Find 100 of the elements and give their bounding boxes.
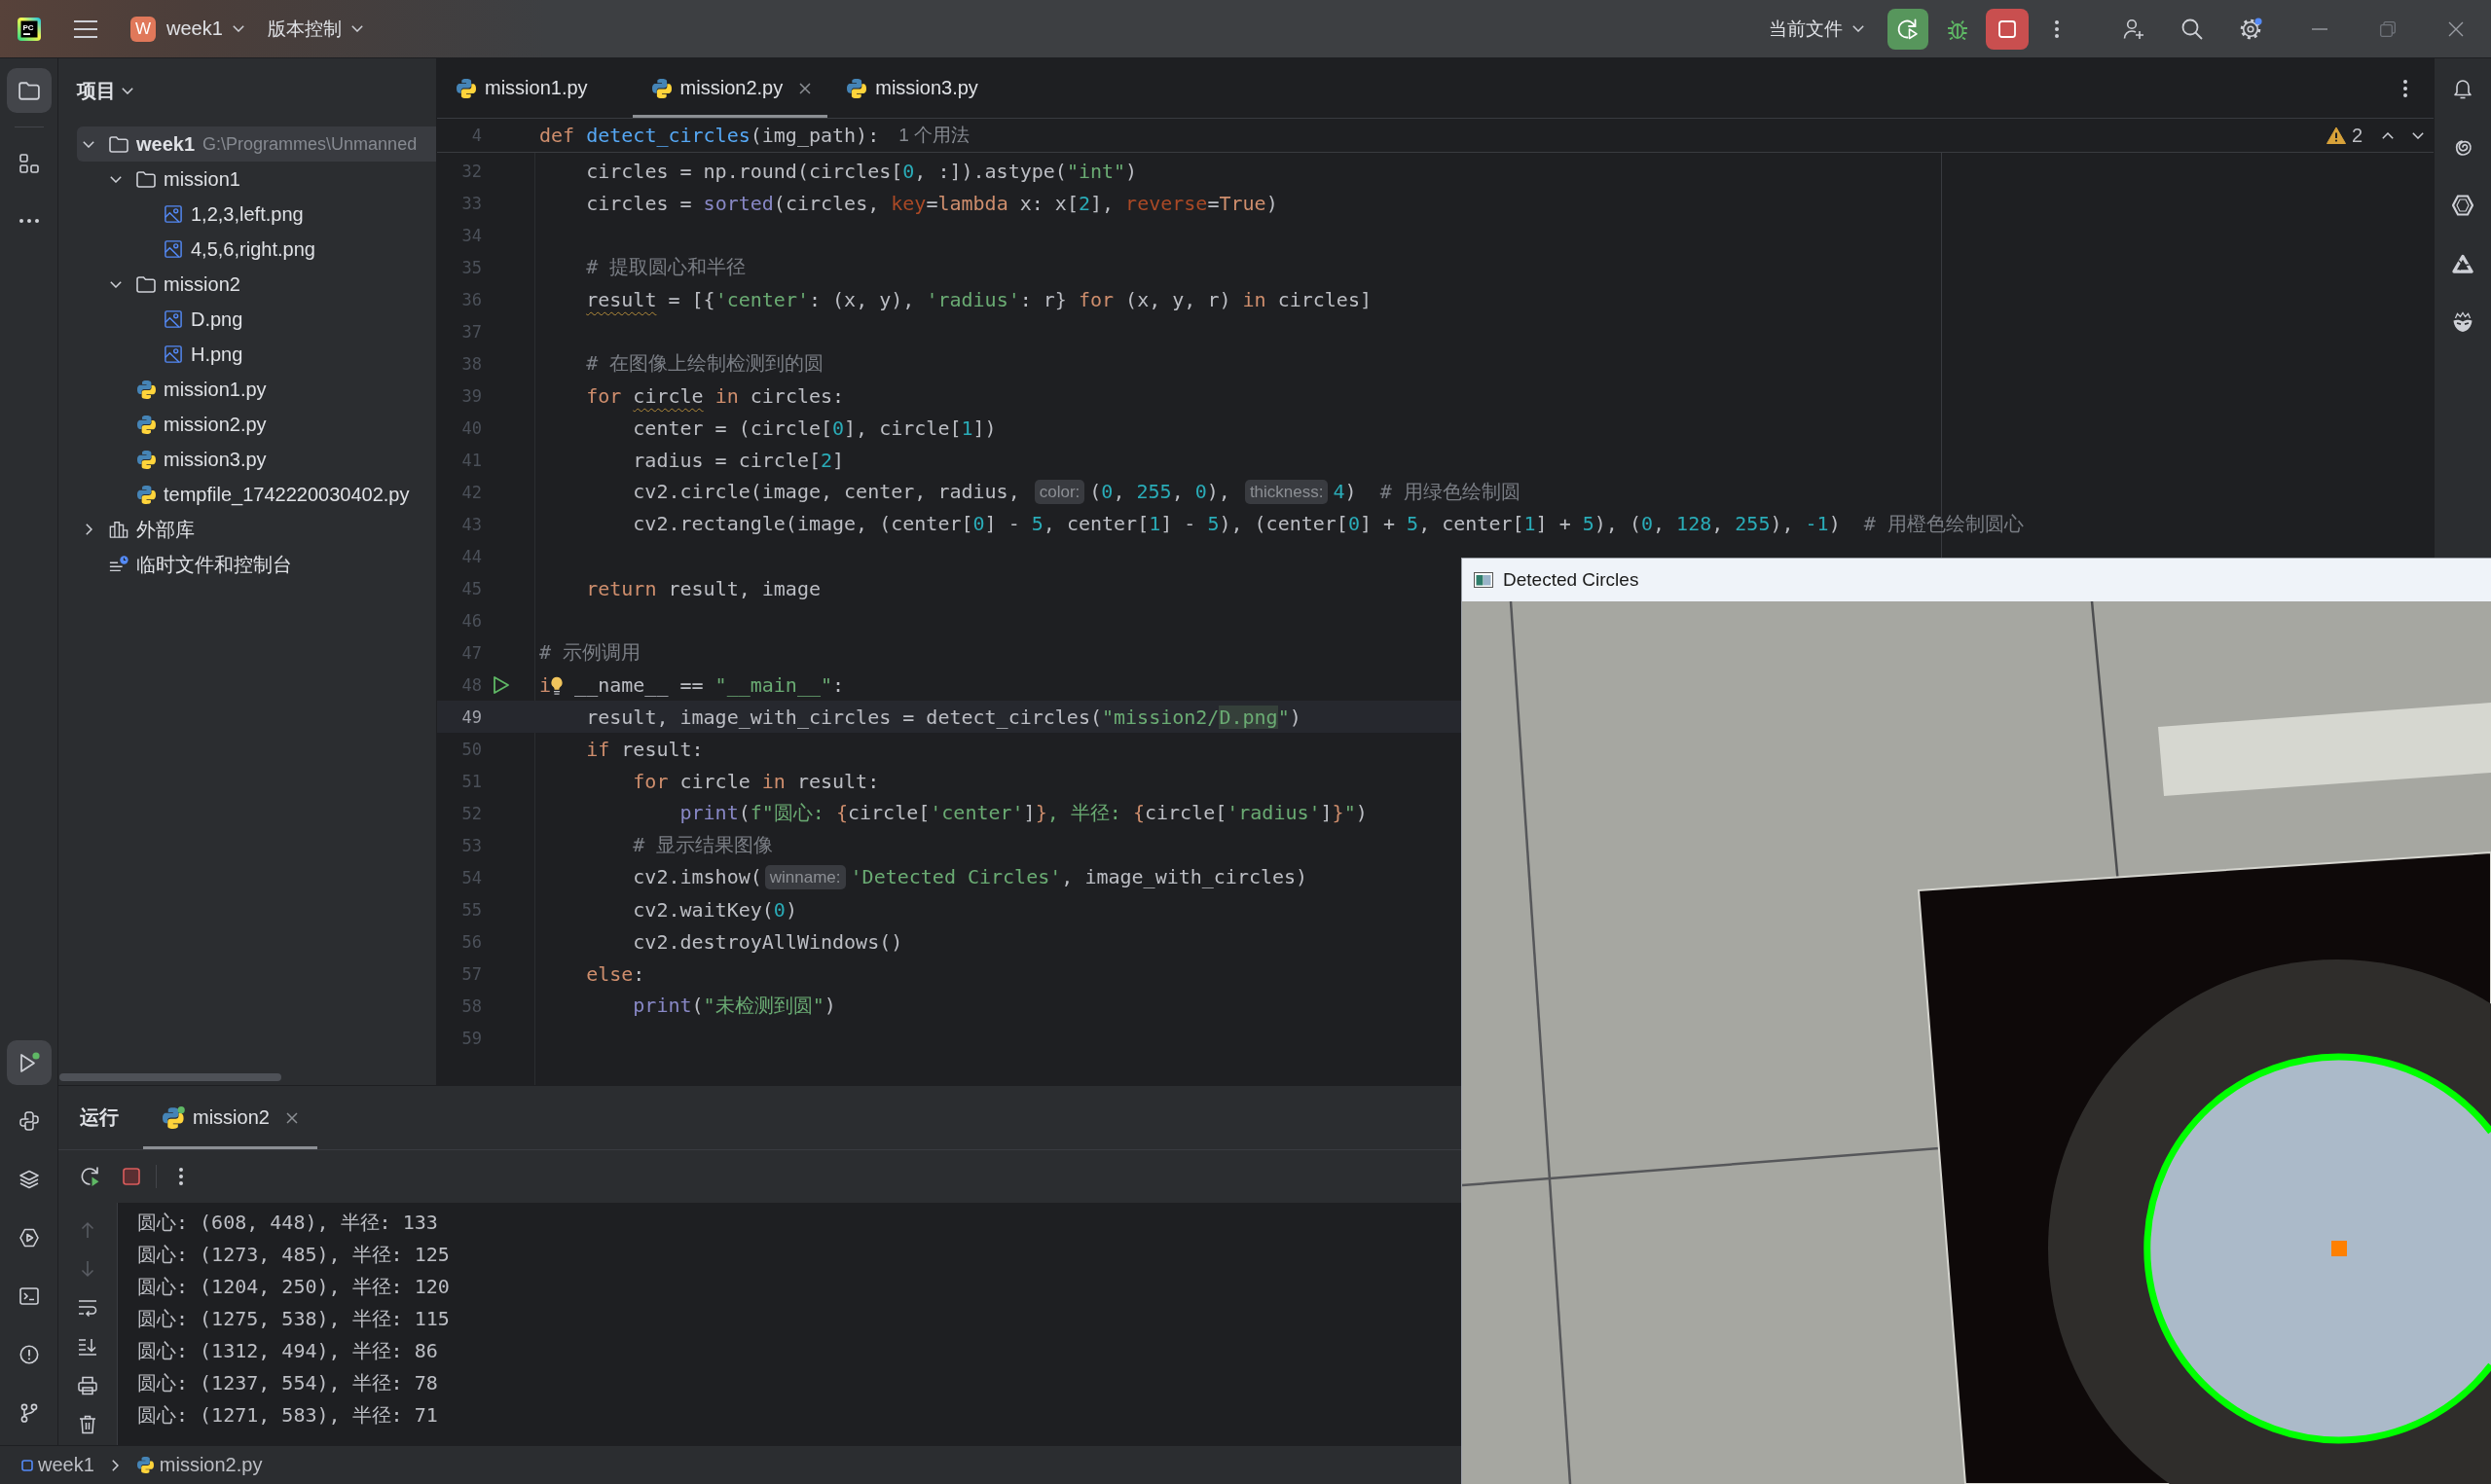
tree-item[interactable]: mission3.py [77,442,436,477]
close-icon[interactable] [799,82,812,94]
chevron-down-icon[interactable] [110,175,122,183]
code-line: cv2.rectangle(image, (center[0] - 5, center[1] - 5), (center[0] + 5, center[1] + 5), (0, 128, 255), -1) # 用橙色绘制圆心 [633,512,2024,535]
editor-tab[interactable]: mission2.py [632,58,828,118]
code-line: 4) # 用绿色绘制圆 [1333,480,1520,503]
run-icon[interactable] [493,674,510,695]
tree-item[interactable]: 外部库 [77,512,436,547]
code-line: cv2.waitKey(0) [633,897,797,922]
python-console-icon [18,1111,39,1131]
rerun-button[interactable] [1887,8,1928,50]
soft-wrap-icon[interactable] [78,1299,97,1317]
bulb-icon[interactable] [550,675,565,695]
folder-icon [136,170,156,188]
scroll-to-end-icon[interactable] [78,1338,97,1356]
structure-icon [18,154,39,173]
add-user-icon[interactable] [2123,18,2144,40]
code-line: circles = sorted(circles, key=lambda x: x[2], reverse=True) [586,191,1278,215]
console-line: 圆心: (608, 448), 半径: 133 [137,1210,438,1236]
vcs-menu[interactable]: 版本控制 [267,16,363,42]
editor-tab[interactable]: mission3.py [827,58,1023,118]
image-file-icon [165,205,182,223]
breadcrumb[interactable]: week1 [21,1454,94,1476]
run-tab[interactable]: mission2 [143,1086,317,1149]
code-line: else: [586,961,645,986]
python-file-icon [136,380,156,399]
code-line: # 显示结果图像 [633,833,774,856]
tree-item[interactable]: 临时文件和控制台 [77,547,436,582]
horizontal-scrollbar[interactable] [59,1073,281,1081]
folder-icon [18,81,40,100]
chevron-right-icon[interactable] [85,524,92,535]
printer-icon[interactable] [78,1376,97,1395]
console-line: 圆心: (1273, 485), 半径: 125 [137,1242,450,1268]
breadcrumb[interactable]: mission2.py [136,1454,263,1476]
tree-item[interactable]: 1,2,3,left.png [77,197,436,232]
image-file-icon [165,310,182,328]
layers-icon [18,1170,39,1189]
bug-icon[interactable] [1947,18,1968,40]
code-line: print(f"圆心: {circle['center']}, 半径: {circle['radius']}") [679,801,1368,824]
run-config-selector[interactable]: 当前文件 [1769,16,1864,42]
panel-title: 运行 [80,1105,119,1130]
tree-item[interactable]: mission1.py [77,372,436,407]
more-icon[interactable] [2403,79,2407,97]
warning-icon [2326,127,2346,144]
stop-button[interactable] [1986,8,2029,50]
tree-item[interactable]: mission2.py [77,407,436,442]
minimize-icon[interactable] [2312,27,2327,30]
chevron-down-icon [232,25,244,32]
rerun-icon[interactable] [80,1166,101,1187]
git-branch-icon [19,1403,38,1423]
tree-item[interactable]: 4,5,6,right.png [77,232,436,267]
hexagon-icon[interactable] [2452,195,2473,216]
center-marker-icon [2331,1241,2347,1256]
console-line: 圆心: (1275, 538), 半径: 115 [137,1306,450,1332]
code-line: result = [{'center': (x, y), 'radius': r} for (x, y, r) in circles] [586,287,1372,311]
terminal-icon [18,1287,39,1305]
code-line: (0, 255, 0), [1089,480,1231,503]
app-logo: PC [18,17,41,41]
trash-icon[interactable] [79,1415,96,1434]
code-line: cv2.circle(image, center, radius, [633,480,1021,503]
python-file-icon [651,78,672,98]
image-file-icon [165,345,182,363]
tool-window-button[interactable] [6,68,52,113]
tree-item[interactable]: tempfile_1742220030402.py [77,477,436,512]
tool-window-button[interactable] [6,1040,52,1085]
tree-item[interactable]: H.png [77,337,436,372]
code-line: # 提取圆心和半径 [586,255,747,278]
code-line: for circle in result: [633,769,880,793]
stop-icon[interactable] [123,1168,140,1185]
triangle-knot-icon[interactable] [2452,254,2473,273]
settings-icon[interactable] [2240,18,2262,40]
folder-icon [109,135,128,153]
close-icon[interactable] [285,1111,298,1124]
code-line: if result: [586,737,704,761]
editor-tab[interactable]: mission1.py [437,58,633,118]
chevron-down-icon[interactable] [110,280,122,288]
inlay-hint: thickness: [1244,480,1329,504]
console-line: 圆心: (1271, 583), 半径: 71 [137,1402,438,1429]
folder-path: G:\Programmes\Unmanned [202,133,418,155]
chevron-down-icon [350,25,363,32]
more-icon[interactable] [2055,19,2059,38]
close-icon[interactable] [2448,20,2464,37]
project-selector[interactable]: W week1 [130,16,244,42]
tree-item[interactable]: mission2 [77,267,436,302]
problems-indicator[interactable]: 2 [2326,124,2363,147]
chevron-up-icon[interactable] [2382,131,2394,139]
view-dropdown[interactable]: 项目 [77,77,133,104]
chevron-down-icon[interactable] [2412,131,2424,139]
notifications-icon[interactable] [2453,78,2473,99]
library-icon [109,520,128,539]
tree-item[interactable]: D.png [77,302,436,337]
mask-icon[interactable] [2452,311,2473,333]
code-line: __name__ == "__main__": [573,672,845,697]
tree-item[interactable]: mission1 [77,162,436,197]
chevron-down-icon[interactable] [83,140,94,148]
menu-icon[interactable] [74,18,97,39]
usages-hint[interactable]: 1 个用法 [898,123,971,148]
search-icon[interactable] [2181,18,2203,40]
more-icon[interactable] [179,1168,183,1185]
tree-item[interactable]: week1 G:\Programmes\Unmanned [77,127,436,162]
